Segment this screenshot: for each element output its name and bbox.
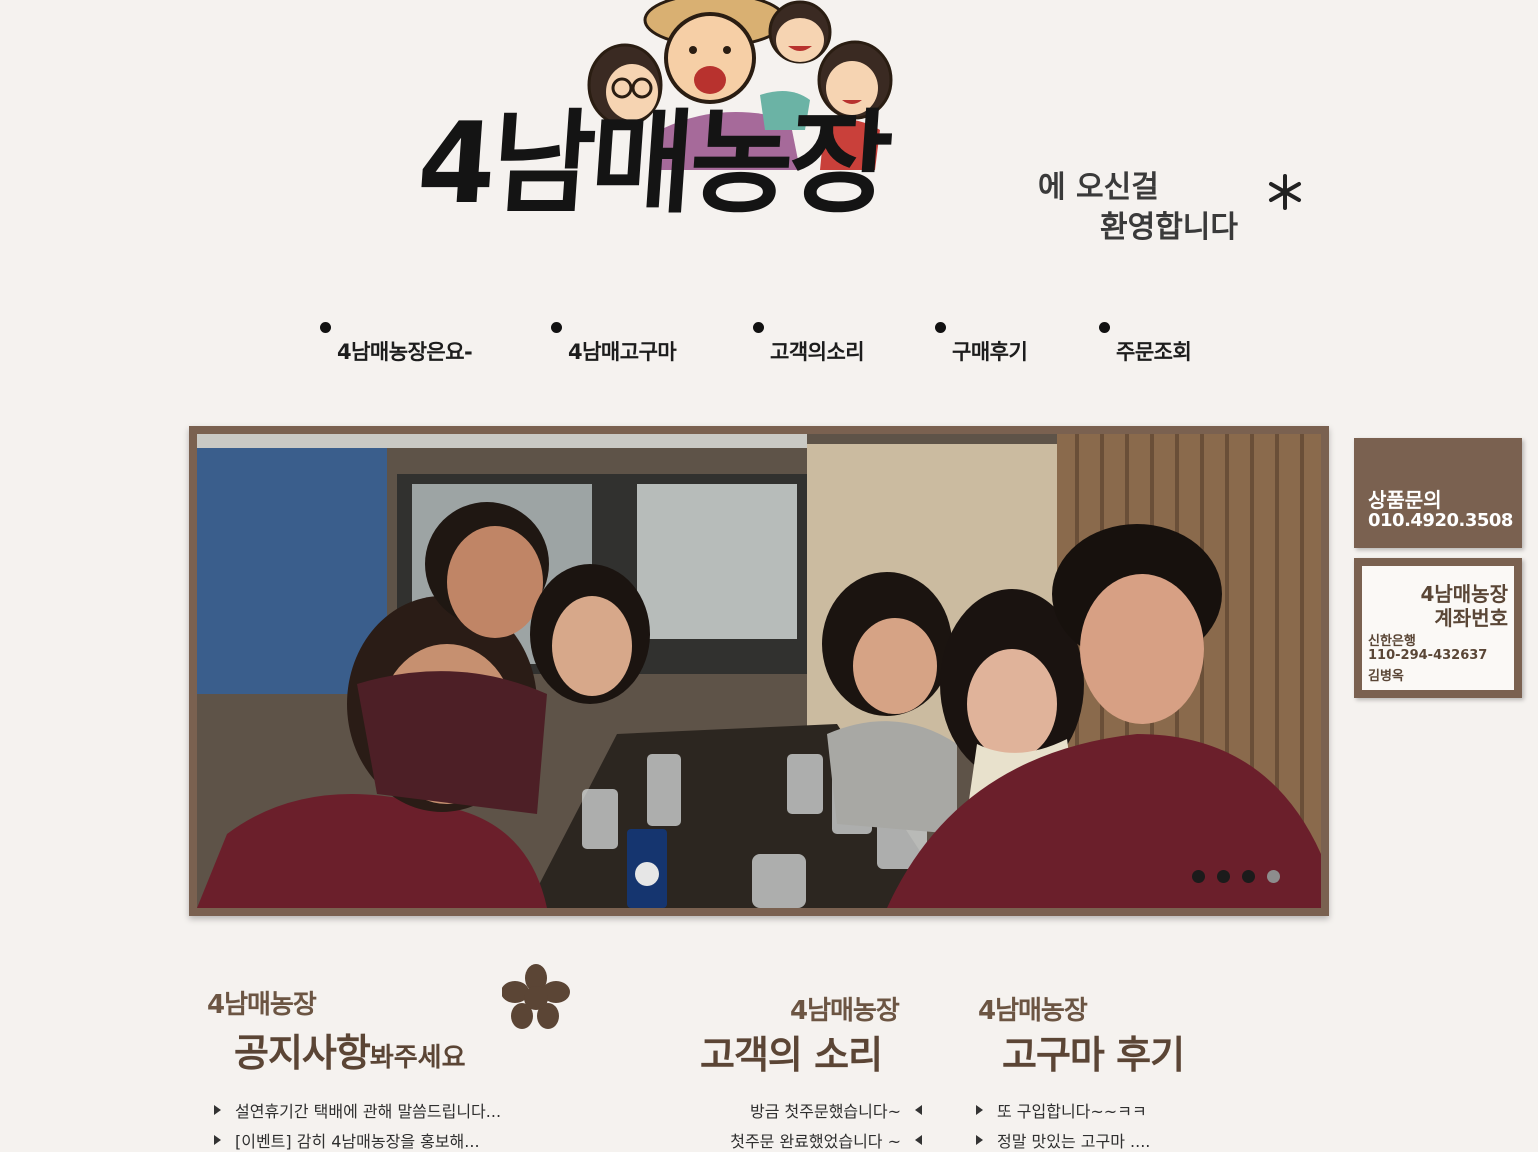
review-title[interactable]: 고구마 후기	[1002, 1024, 1185, 1079]
nav-item-about[interactable]: 4남매농장은요-	[320, 320, 473, 366]
voice-small-title: 4남매농장	[790, 996, 900, 1026]
voice-item[interactable]: 첫주문 완료했었습니다 ~	[730, 1128, 922, 1152]
arrow-left-icon	[915, 1105, 922, 1115]
nav-item-order-lookup[interactable]: 주문조회	[1099, 320, 1192, 366]
flower-decoration-icon	[502, 964, 570, 1029]
logo-welcome-line2: 환영합니다	[1100, 210, 1238, 245]
slide-dot-1[interactable]	[1192, 870, 1205, 883]
arrow-left-icon	[915, 1135, 922, 1145]
slide-dot-3[interactable]	[1242, 870, 1255, 883]
slideshow-photo[interactable]	[197, 434, 1321, 908]
nav-item-label: 4남매고구마	[568, 340, 677, 364]
arrow-right-icon	[976, 1135, 983, 1145]
notice-item[interactable]: 설연휴기간 택배에 관해 말씀드립니다...	[214, 1098, 501, 1122]
slideshow-pagination	[1192, 870, 1280, 883]
inquiry-phone: 010.4920.3508	[1368, 510, 1513, 531]
slide-dot-4[interactable]	[1267, 870, 1280, 883]
site-logo[interactable]: 4남매농장 에 오신걸 환영합니다	[410, 0, 1310, 280]
nav-item-sweet-potato[interactable]: 4남매고구마	[551, 320, 677, 366]
notice-item-text: 설연휴기간 택배에 관해 말씀드립니다...	[235, 1102, 502, 1121]
review-item-text: 또 구입합니다~~ㅋㅋ	[997, 1102, 1147, 1121]
inquiry-title: 상품문의	[1368, 488, 1442, 512]
arrow-right-icon	[214, 1105, 221, 1115]
bullet-icon	[753, 322, 764, 333]
notice-item[interactable]: [이벤트] 감히 4남매농장을 홍보해...	[214, 1128, 480, 1152]
arrow-right-icon	[976, 1105, 983, 1115]
nav-item-reviews[interactable]: 구매후기	[935, 320, 1028, 366]
slide-dot-2[interactable]	[1217, 870, 1230, 883]
arrow-right-icon	[214, 1135, 221, 1145]
review-item[interactable]: 또 구입합니다~~ㅋㅋ	[976, 1098, 1147, 1122]
voice-item-text: 방금 첫주문했습니다~	[750, 1102, 901, 1121]
logo-title: 4남매농장	[413, 99, 893, 229]
review-item-text: 정말 맛있는 고구마 ....	[997, 1132, 1151, 1151]
review-item[interactable]: 정말 맛있는 고구마 ....	[976, 1128, 1150, 1152]
bullet-icon	[551, 322, 562, 333]
bullet-icon	[320, 322, 331, 333]
notice-title: 공지사항	[234, 1031, 371, 1075]
nav-item-label: 주문조회	[1116, 340, 1192, 364]
family-photo-image	[197, 434, 1321, 908]
account-number: 110-294-432637	[1368, 648, 1488, 663]
account-title-line2: 계좌번호	[1434, 606, 1508, 630]
logo-welcome-line1: 에 오신걸	[1038, 170, 1159, 205]
notice-heading[interactable]: 공지사항 봐주세요	[234, 1022, 466, 1077]
review-small-title: 4남매농장	[978, 996, 1088, 1026]
nav-item-label: 구매후기	[952, 340, 1028, 364]
nav-item-label: 고객의소리	[770, 340, 865, 364]
account-bank: 신한은행	[1368, 634, 1416, 649]
voice-item[interactable]: 방금 첫주문했습니다~	[750, 1098, 922, 1122]
bullet-icon	[935, 322, 946, 333]
voice-title[interactable]: 고객의 소리	[700, 1024, 883, 1079]
nav-item-customer-voice[interactable]: 고객의소리	[753, 320, 865, 366]
nav-item-label: 4남매농장은요-	[337, 340, 473, 364]
notice-small-title: 4남매농장	[207, 990, 317, 1020]
voice-item-text: 첫주문 완료했었습니다 ~	[730, 1132, 901, 1151]
notice-title-suffix: 봐주세요	[369, 1043, 466, 1073]
bullet-icon	[1099, 322, 1110, 333]
account-holder: 김병옥	[1368, 669, 1404, 684]
asterisk-decoration-icon	[1269, 174, 1301, 210]
notice-item-text: [이벤트] 감히 4남매농장을 홍보해...	[235, 1132, 480, 1151]
